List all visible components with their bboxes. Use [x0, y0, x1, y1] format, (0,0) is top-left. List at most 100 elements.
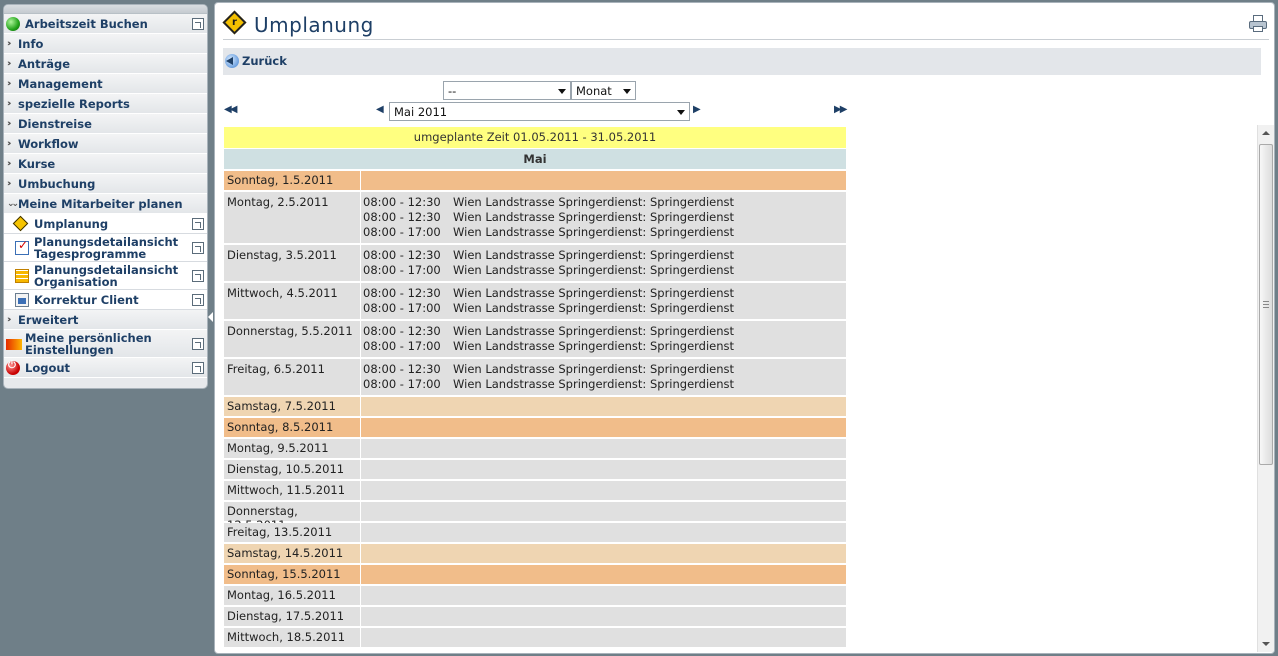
schedule-day-row: Mittwoch, 18.5.2011	[224, 628, 846, 647]
sidebar-item-persoenliche-einstellungen[interactable]: Meine persönlichen Einstellungen	[4, 330, 207, 358]
main-panel: r Umplanung Zurück -- Monat ◀◀ ◀ Mai 201…	[214, 2, 1275, 654]
scroll-up-arrow-icon[interactable]	[1262, 131, 1270, 135]
entry-time: 08:00 - 12:30	[363, 286, 441, 300]
schedule-entry: 08:00 - 12:30 Wien Landstrasse Springerdi…	[363, 286, 844, 301]
day-date: Dienstag, 10.5.2011	[224, 460, 360, 479]
sidebar-subitem-korrektur-client[interactable]: Korrektur Client	[4, 290, 207, 310]
period-select[interactable]: Monat	[571, 81, 636, 100]
sidebar-subitem-planungsdetail-organisation[interactable]: Planungsdetailansicht Organisation	[4, 262, 207, 290]
day-date: Montag, 9.5.2011	[224, 439, 360, 458]
sidebar-item-spezielle-reports[interactable]: ›› spezielle Reports	[4, 94, 207, 114]
entry-time: 08:00 - 17:00	[363, 225, 441, 239]
schedule-day-rows: Sonntag, 1.5.2011 Montag, 2.5.2011 08:00 -…	[224, 171, 846, 647]
schedule-entry: 08:00 - 12:30 Wien Landstrasse Springerdi…	[363, 210, 844, 225]
entry-time: 08:00 - 17:00	[363, 301, 441, 315]
schedule-day-row: Mittwoch, 11.5.2011	[224, 481, 846, 500]
scroll-down-arrow-icon[interactable]	[1262, 642, 1270, 646]
sidebar-item-label: Planungsdetailansicht Tagesprogramme	[34, 234, 179, 261]
back-button[interactable]: Zurück	[225, 54, 287, 68]
schedule-day-row: Dienstag, 17.5.2011	[224, 607, 846, 626]
day-entries: 08:00 - 12:30 Wien Landstrasse Springerdi…	[361, 283, 846, 319]
sidebar-item-umbuchung[interactable]: ›› Umbuchung	[4, 174, 207, 194]
sidebar-item-management[interactable]: ›› Management	[4, 74, 207, 94]
sidebar-item-label: Arbeitszeit Buchen	[25, 16, 148, 31]
sidebar-item-kurse[interactable]: ›› Kurse	[4, 154, 207, 174]
schedule-day-row: Dienstag, 10.5.2011	[224, 460, 846, 479]
popout-window-icon[interactable]	[192, 241, 204, 254]
sidebar-subitem-umplanung[interactable]: Umplanung	[4, 214, 207, 234]
next-period-arrow-icon[interactable]: ▶	[693, 104, 701, 115]
double-chevron-icon: ››	[7, 315, 11, 325]
scrollbar-thumb[interactable]	[1259, 144, 1273, 465]
group-select[interactable]: --	[443, 81, 571, 100]
entry-time: 08:00 - 17:00	[363, 377, 441, 391]
schedule-day-row: Montag, 2.5.2011 08:00 - 12:30 Wien Landst…	[224, 192, 846, 243]
day-entries	[361, 607, 846, 626]
sidebar-item-info[interactable]: ›› Info	[4, 34, 207, 54]
day-date: Mittwoch, 18.5.2011	[224, 628, 360, 647]
umplanung-diamond-icon	[12, 215, 29, 231]
entry-text: Wien Landstrasse Springerdienst: Springe…	[453, 286, 735, 300]
sidebar-item-label: Anträge	[18, 56, 71, 71]
first-period-arrow-icon[interactable]: ◀◀	[224, 104, 237, 115]
schedule-entry: 08:00 - 12:30 Wien Landstrasse Springerdi…	[363, 362, 844, 377]
month-select[interactable]: Mai 2011	[389, 102, 690, 121]
calendar-check-icon	[15, 239, 29, 255]
sidebar-subitem-planungsdetail-tagesprogramme[interactable]: Planungsdetailansicht Tagesprogramme	[4, 234, 207, 262]
entry-text: Wien Landstrasse Springerdienst: Springe…	[453, 210, 735, 224]
sidebar-item-meine-mitarbeiter-planen[interactable]: ⌄⌄ Meine Mitarbeiter planen	[4, 194, 207, 214]
day-date: Donnerstag, 5.5.2011	[224, 321, 360, 357]
popout-window-icon[interactable]	[192, 217, 204, 230]
sidebar-item-label: Umbuchung	[18, 176, 96, 191]
sidebar-item-label: Meine Mitarbeiter planen	[18, 196, 183, 211]
sidebar-item-label: Info	[18, 36, 44, 51]
sidebar-item-erweitert[interactable]: ›› Erweitert	[4, 310, 207, 330]
title-bar: r Umplanung	[222, 10, 1269, 40]
entry-time: 08:00 - 12:30	[363, 324, 441, 338]
day-date: Donnerstag, 12.5.2011	[224, 502, 360, 532]
entry-text: Wien Landstrasse Springerdienst: Springe…	[453, 324, 735, 338]
printer-icon[interactable]	[1249, 15, 1267, 32]
prev-period-arrow-icon[interactable]: ◀	[376, 104, 384, 115]
group-select-value: --	[448, 84, 457, 98]
sidebar-item-label: Meine persönlichen Einstellungen	[25, 330, 152, 357]
entry-text: Wien Landstrasse Springerdienst: Springe…	[453, 248, 735, 262]
popout-window-icon[interactable]	[192, 361, 204, 374]
sidebar-item-antraege[interactable]: ›› Anträge	[4, 54, 207, 74]
chevron-down-icon	[677, 110, 685, 115]
entry-time: 08:00 - 12:30	[363, 248, 441, 262]
entry-time: 08:00 - 17:00	[363, 339, 441, 353]
day-date: Samstag, 7.5.2011	[224, 397, 360, 416]
sidebar-item-dienstreise[interactable]: ›› Dienstreise	[4, 114, 207, 134]
schedule-day-row: Samstag, 7.5.2011	[224, 397, 846, 416]
entry-text: Wien Landstrasse Springerdienst: Springe…	[453, 301, 735, 315]
day-entries	[361, 628, 846, 647]
day-entries	[361, 502, 846, 521]
entry-text: Wien Landstrasse Springerdienst: Springe…	[453, 225, 735, 239]
entry-time: 08:00 - 12:30	[363, 210, 441, 224]
double-chevron-icon: ››	[7, 139, 11, 149]
sidebar-item-label: Erweitert	[18, 312, 79, 327]
vertical-scrollbar[interactable]	[1257, 125, 1274, 652]
day-date: Montag, 16.5.2011	[224, 586, 360, 605]
back-bar: Zurück	[223, 48, 1261, 75]
popout-window-icon[interactable]	[192, 293, 204, 306]
day-entries	[361, 171, 846, 190]
popout-window-icon[interactable]	[192, 17, 204, 30]
entry-time: 08:00 - 12:30	[363, 362, 441, 376]
sidebar-item-arbeitszeit-buchen[interactable]: Arbeitszeit Buchen	[4, 14, 207, 34]
popout-window-icon[interactable]	[192, 269, 204, 282]
last-period-arrow-icon[interactable]: ▶▶	[834, 104, 847, 115]
double-chevron-icon: ››	[7, 119, 11, 129]
schedule-entry: 08:00 - 12:30 Wien Landstrasse Springerdi…	[363, 195, 844, 210]
sidebar-collapse-handle[interactable]	[208, 310, 213, 324]
double-chevron-icon: ››	[7, 99, 11, 109]
popout-window-icon[interactable]	[192, 337, 204, 350]
double-chevron-icon: ››	[7, 59, 11, 69]
day-date: Samstag, 14.5.2011	[224, 544, 360, 563]
schedule-day-row: Donnerstag, 12.5.2011	[224, 502, 846, 532]
sidebar-item-logout[interactable]: Logout	[4, 358, 207, 378]
sidebar-item-workflow[interactable]: ›› Workflow	[4, 134, 207, 154]
day-date: Sonntag, 15.5.2011	[224, 565, 360, 584]
sidebar-item-label: Logout	[25, 360, 71, 375]
